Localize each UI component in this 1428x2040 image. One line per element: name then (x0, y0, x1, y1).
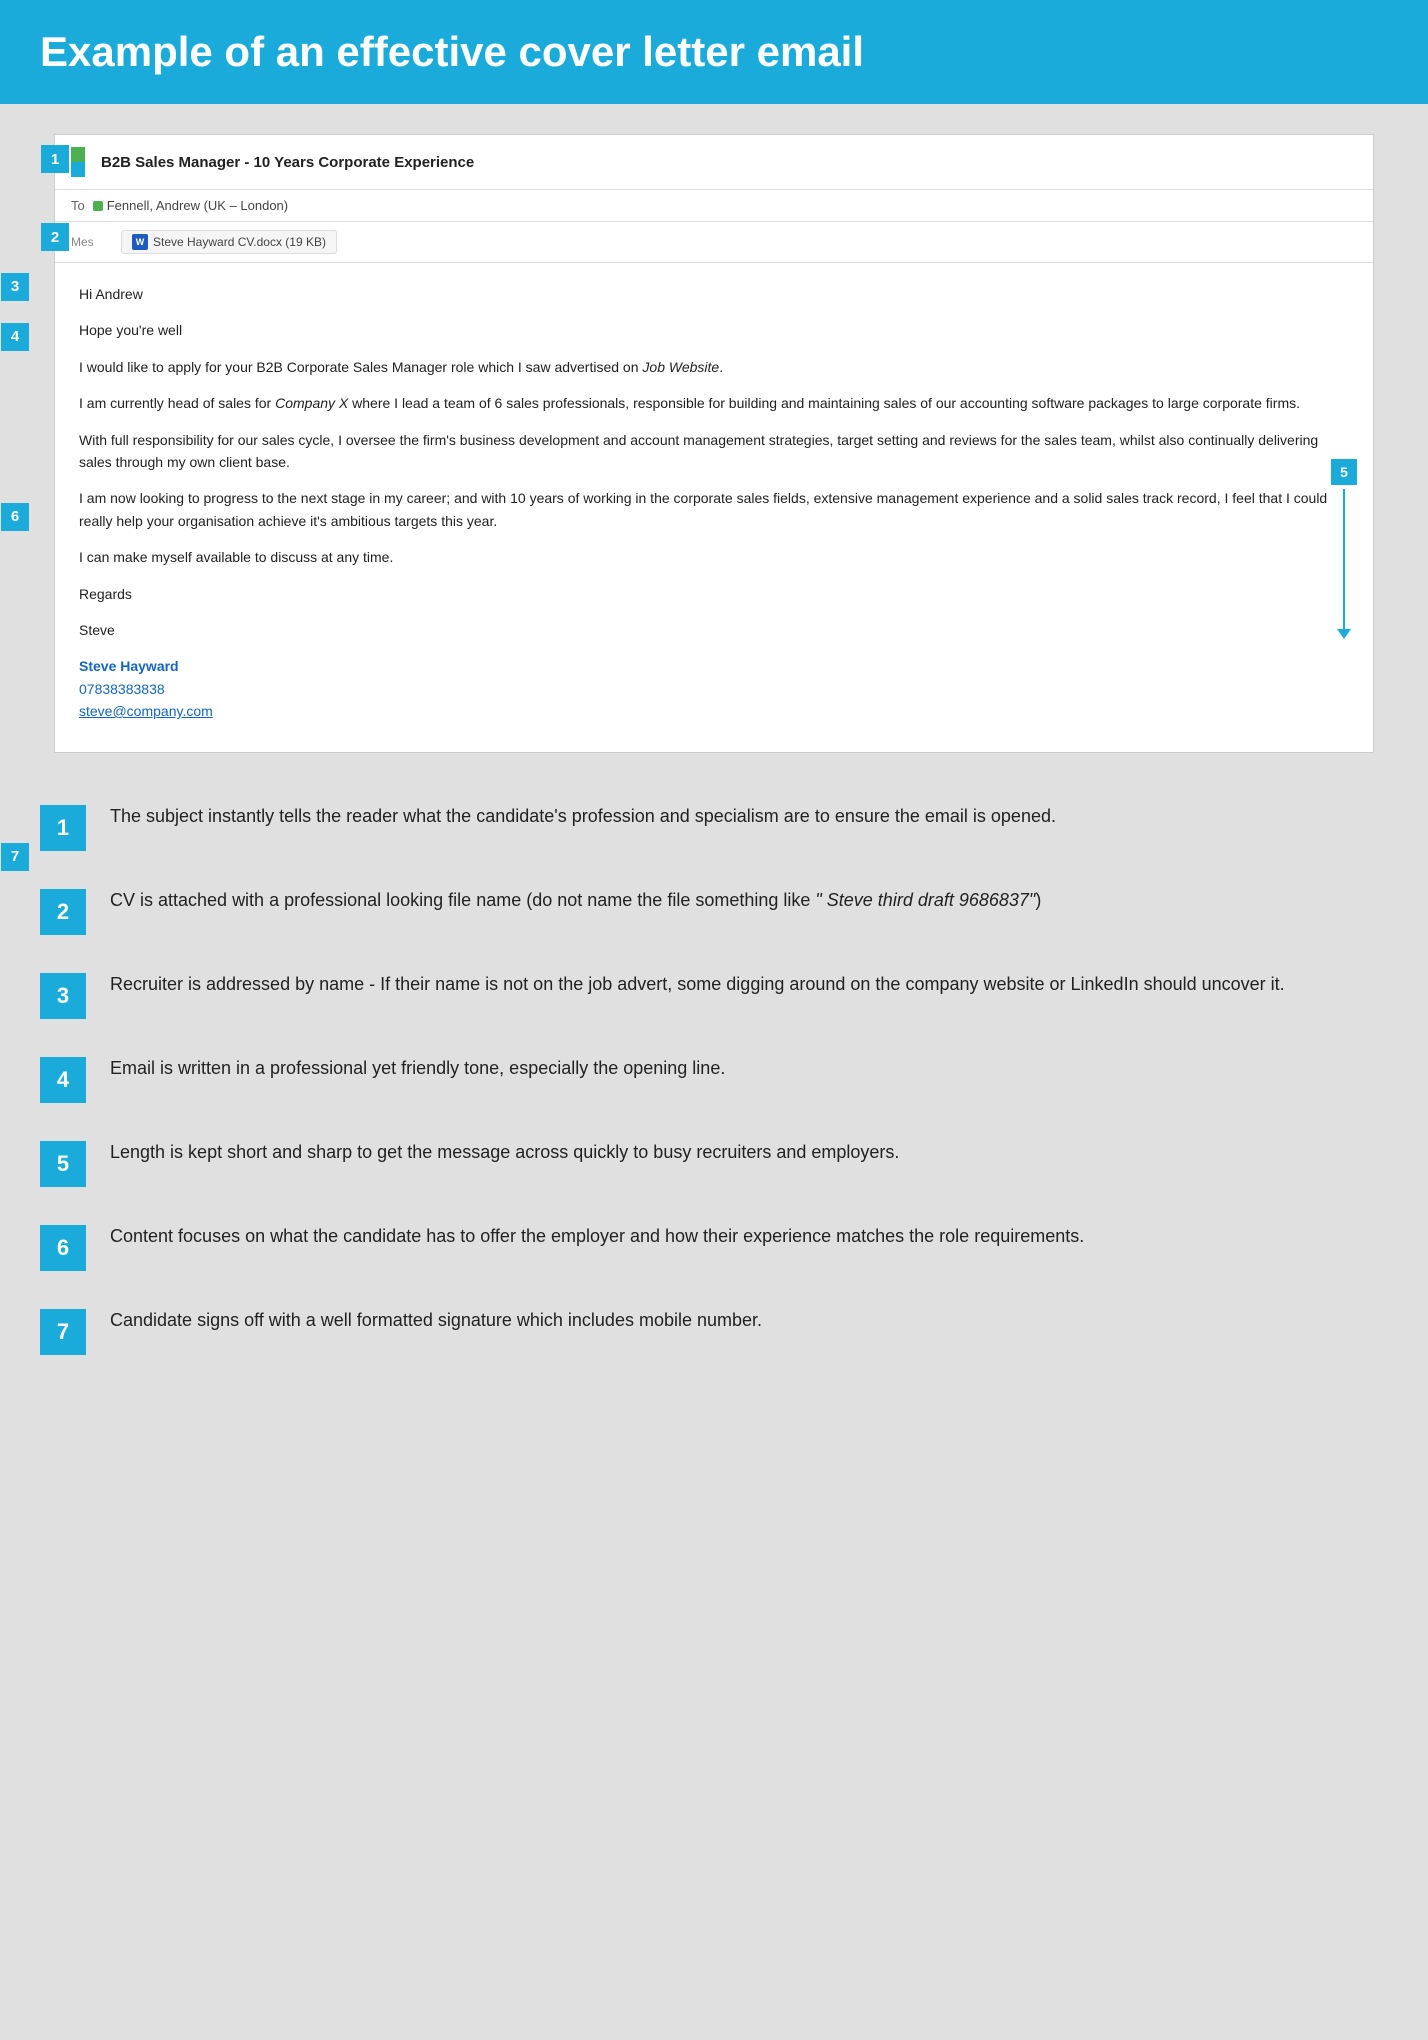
main-content: 1 B2B Sales Manager - 10 Years Corporate… (0, 104, 1428, 1461)
scroll-arrow (1337, 629, 1351, 639)
email-to-row: To Fennell, Andrew (UK – London) (55, 190, 1373, 222)
badge-5: 5 (1331, 459, 1357, 485)
tip-item-3: 3 Recruiter is addressed by name - If th… (40, 971, 1388, 1019)
tips-section: 1 The subject instantly tells the reader… (40, 793, 1388, 1431)
tip-number-1: 1 (40, 805, 86, 851)
to-label: To (71, 198, 85, 213)
email-attachment-row: Mes W Steve Hayward CV.docx (19 KB) (55, 222, 1373, 263)
tip-text-2: CV is attached with a professional looki… (110, 887, 1041, 914)
tip-item-7: 7 Candidate signs off with a well format… (40, 1307, 1388, 1355)
email-app-icon (71, 147, 85, 177)
attachment-filename: Steve Hayward CV.docx (19 KB) (153, 235, 326, 249)
tip-text-6: Content focuses on what the candidate ha… (110, 1223, 1084, 1250)
email-name: Steve (79, 619, 1349, 641)
recipient-dot (93, 201, 103, 211)
email-subject-row: B2B Sales Manager - 10 Years Corporate E… (55, 135, 1373, 190)
tip-number-3: 3 (40, 973, 86, 1019)
tip-item-5: 5 Length is kept short and sharp to get … (40, 1139, 1388, 1187)
email-greeting: Hi Andrew (79, 283, 1349, 305)
scroll-indicator: 5 (1331, 459, 1357, 639)
tip-item-4: 4 Email is written in a professional yet… (40, 1055, 1388, 1103)
email-para2: I am currently head of sales for Company… (79, 392, 1349, 414)
badge-4: 4 (1, 323, 29, 351)
sig-email: steve@company.com (79, 700, 1349, 722)
scroll-line (1343, 489, 1345, 629)
recipient-name: Fennell, Andrew (UK – London) (107, 198, 288, 213)
email-para5: I can make myself available to discuss a… (79, 546, 1349, 568)
tip-number-6: 6 (40, 1225, 86, 1271)
email-body: 3 Hi Andrew 4 Hope you're well I would l… (55, 263, 1373, 752)
email-opening: Hope you're well (79, 319, 1349, 341)
badge-3: 3 (1, 273, 29, 301)
tip-number-2: 2 (40, 889, 86, 935)
tip-number-4: 4 (40, 1057, 86, 1103)
email-mockup: 1 B2B Sales Manager - 10 Years Corporate… (54, 134, 1374, 753)
page-header: Example of an effective cover letter ema… (0, 0, 1428, 104)
sig-phone: 07838383838 (79, 678, 1349, 700)
attachment-label: Mes (71, 235, 111, 249)
attachment-chip: W Steve Hayward CV.docx (19 KB) (121, 230, 337, 254)
page-title: Example of an effective cover letter ema… (40, 28, 1388, 76)
tip-text-7: Candidate signs off with a well formatte… (110, 1307, 762, 1334)
badge-6: 6 (1, 503, 29, 531)
tip-item-1: 1 The subject instantly tells the reader… (40, 803, 1388, 851)
badge-2: 2 (41, 223, 69, 251)
email-signature: Steve Hayward 07838383838 steve@company.… (79, 655, 1349, 722)
badge-7: 7 (1, 843, 29, 871)
sig-name: Steve Hayward (79, 655, 1349, 677)
tip-item-6: 6 Content focuses on what the candidate … (40, 1223, 1388, 1271)
email-regards: Regards (79, 583, 1349, 605)
badge-1: 1 (41, 145, 69, 173)
tip-text-3: Recruiter is addressed by name - If thei… (110, 971, 1285, 998)
tip-text-4: Email is written in a professional yet f… (110, 1055, 725, 1082)
tip-number-5: 5 (40, 1141, 86, 1187)
tip-item-2: 2 CV is attached with a professional loo… (40, 887, 1388, 935)
tip-number-7: 7 (40, 1309, 86, 1355)
tip-text-1: The subject instantly tells the reader w… (110, 803, 1056, 830)
email-para3: With full responsibility for our sales c… (79, 429, 1349, 474)
tip-text-5: Length is kept short and sharp to get th… (110, 1139, 899, 1166)
word-icon: W (132, 234, 148, 250)
email-para1: I would like to apply for your B2B Corpo… (79, 356, 1349, 378)
email-para4: I am now looking to progress to the next… (79, 487, 1349, 532)
email-subject: B2B Sales Manager - 10 Years Corporate E… (101, 154, 474, 171)
